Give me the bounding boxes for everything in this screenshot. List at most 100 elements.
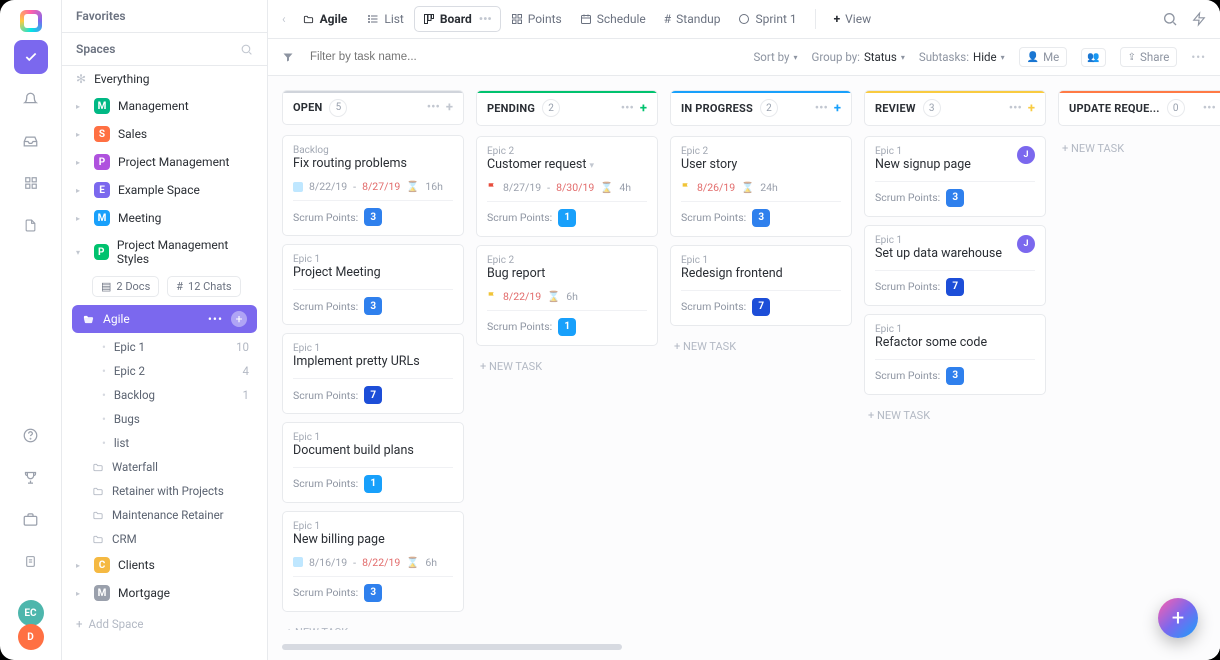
flag-icon [487,290,497,302]
rail-trophy[interactable] [14,460,48,494]
new-task[interactable]: + NEW TASK [476,354,658,379]
sort-by[interactable]: Sort by ▾ [753,50,797,64]
bolt-icon[interactable] [1192,11,1206,27]
toolbar-more[interactable]: ••• [1191,50,1206,64]
docs-chip[interactable]: ▤2 Docs [92,276,159,297]
task-card[interactable]: Backlog Fix routing problems 8/22/19-8/2… [282,135,464,236]
lane-more[interactable]: ••• [815,101,828,116]
more-icon[interactable]: ••• [208,312,223,326]
sidebar-folder-retainer with projects[interactable]: Retainer with Projects [62,479,267,503]
add-space[interactable]: +Add Space [62,607,267,641]
share-button[interactable]: ⇪Share [1120,47,1178,67]
sidebar-list-epic 1[interactable]: •Epic 1 10 [62,335,267,359]
lane-more[interactable]: ••• [621,101,634,116]
lane-more[interactable]: ••• [1009,101,1022,116]
task-card[interactable]: Epic 1 Document build plans Scrum Points… [282,422,464,503]
task-card[interactable]: Epic 1 Redesign frontend Scrum Points:7 [670,245,852,326]
sidebar-item-clients[interactable]: ▸ C Clients [62,551,267,579]
subtasks[interactable]: Subtasks: Hide ▾ [919,50,1005,64]
new-task[interactable]: + NEW TASK [670,334,852,359]
sidebar-item-meeting[interactable]: ▸ M Meeting [62,204,267,232]
lane-header[interactable]: IN PROGRESS 2 ••• + [670,90,852,126]
breadcrumb[interactable]: Agile [294,7,356,31]
view-list[interactable]: List [359,7,412,31]
lane-add[interactable]: + [834,101,841,116]
task-card[interactable]: Epic 1 Project Meeting Scrum Points:3 [282,244,464,325]
task-card[interactable]: Epic 1 New signup page J Scrum Points:3 [864,136,1046,217]
fab-create[interactable]: + [1158,598,1198,638]
task-card[interactable]: Epic 2 Bug report 8/22/19⌛6h Scrum Point… [476,245,658,346]
me-filter[interactable]: 👤Me [1019,47,1068,67]
sidebar-folder-waterfall[interactable]: Waterfall [62,455,267,479]
sidebar-item-example space[interactable]: ▸ E Example Space [62,176,267,204]
assignee-avatar[interactable]: J [1017,235,1035,253]
add-icon[interactable]: + [231,311,247,327]
sidebar-list-backlog[interactable]: •Backlog 1 [62,383,267,407]
search-icon[interactable] [1162,11,1178,27]
rail-docs[interactable] [14,208,48,242]
task-card[interactable]: Epic 1 New billing page 8/16/19-8/22/19⌛… [282,511,464,612]
lane-more[interactable]: ••• [427,100,440,115]
assignee-avatar[interactable]: J [1017,146,1035,164]
sidebar-item-sales[interactable]: ▸ S Sales [62,120,267,148]
avatar-ec[interactable]: EC [18,600,44,626]
rail-dashboards[interactable] [14,166,48,200]
sidebar-item-project management[interactable]: ▸ P Project Management [62,148,267,176]
task-card[interactable]: Epic 1 Set up data warehouse J Scrum Poi… [864,225,1046,306]
sidebar-folder-maintenance retainer[interactable]: Maintenance Retainer [62,503,267,527]
scrum-points-label: Scrum Points: [875,280,940,293]
task-card[interactable]: Epic 2 User story 8/26/19⌛24h Scrum Poin… [670,136,852,237]
sidebar-item-mortgage[interactable]: ▸ M Mortgage [62,579,267,607]
view-board[interactable]: Board••• [414,6,501,32]
rail-briefcase[interactable] [14,502,48,536]
lane-header[interactable]: PENDING 2 ••• + [476,90,658,126]
new-task[interactable]: + NEW TASK [1058,136,1220,161]
assignees-filter[interactable]: 👥 [1081,48,1105,67]
sidebar-list-list[interactable]: •list [62,431,267,455]
avatar-d[interactable]: D [18,624,44,650]
rail-help[interactable] [14,418,48,452]
sidebar-item-management[interactable]: ▸ M Management [62,92,267,120]
chats-chip[interactable]: #12 Chats [167,276,240,297]
lane-more[interactable]: ••• [1203,101,1216,116]
view-points[interactable]: Points [503,7,570,31]
sidebar-list-bugs[interactable]: •Bugs [62,407,267,431]
rail-notifications[interactable] [14,82,48,116]
lane-header[interactable]: OPEN 5 ••• + [282,90,464,125]
lane-add[interactable]: + [446,100,453,115]
topbar: ‹ Agile ListBoard•••PointsSchedule#Stand… [268,0,1220,39]
task-card[interactable]: Epic 2 Customer request ▾ 8/27/19-8/30/1… [476,136,658,237]
rail-home[interactable] [14,40,48,74]
sidebar-list-epic 2[interactable]: •Epic 2 4 [62,359,267,383]
lane-add[interactable]: + [1028,101,1035,116]
app-logo[interactable] [20,10,42,32]
rail-clipboard[interactable] [14,544,48,578]
new-task[interactable]: + NEW TASK [282,620,464,630]
sidebar-active-space[interactable]: ▾ P Project Management Styles [62,232,267,272]
horizontal-scrollbar[interactable] [282,644,622,650]
group-by[interactable]: Group by: Status ▾ [812,50,905,64]
filter-icon[interactable] [282,51,294,63]
task-card[interactable]: Epic 1 Implement pretty URLs Scrum Point… [282,333,464,414]
new-task[interactable]: + NEW TASK [864,403,1046,428]
sidebar-everything[interactable]: ✻Everything [62,66,267,92]
view-standup[interactable]: #Standup [656,7,729,31]
card-title: User story [681,157,841,174]
sidebar-spaces-header[interactable]: Spaces [62,32,267,66]
sidebar-favorites[interactable]: Favorites [62,0,267,32]
rail-inbox[interactable] [14,124,48,158]
scrum-points-badge: 1 [558,209,576,227]
view-sprint 1[interactable]: Sprint 1 [730,7,804,31]
lane-header[interactable]: REVIEW 3 ••• + [864,90,1046,126]
task-card[interactable]: Epic 1 Refactor some code Scrum Points:3 [864,314,1046,395]
filter-input[interactable] [308,50,468,64]
sidebar-folder-agile[interactable]: Agile ••• + [72,305,257,333]
collapse-sidebar-icon[interactable]: ‹ [282,12,286,26]
lane-header[interactable]: UPDATE REQUE... 0 ••• + [1058,90,1220,126]
card-tag: Backlog [293,145,453,156]
lane-add[interactable]: + [640,101,647,116]
search-icon[interactable] [240,43,253,56]
add-view[interactable]: +View [826,7,880,31]
sidebar-folder-crm[interactable]: CRM [62,527,267,551]
view-schedule[interactable]: Schedule [572,7,654,31]
